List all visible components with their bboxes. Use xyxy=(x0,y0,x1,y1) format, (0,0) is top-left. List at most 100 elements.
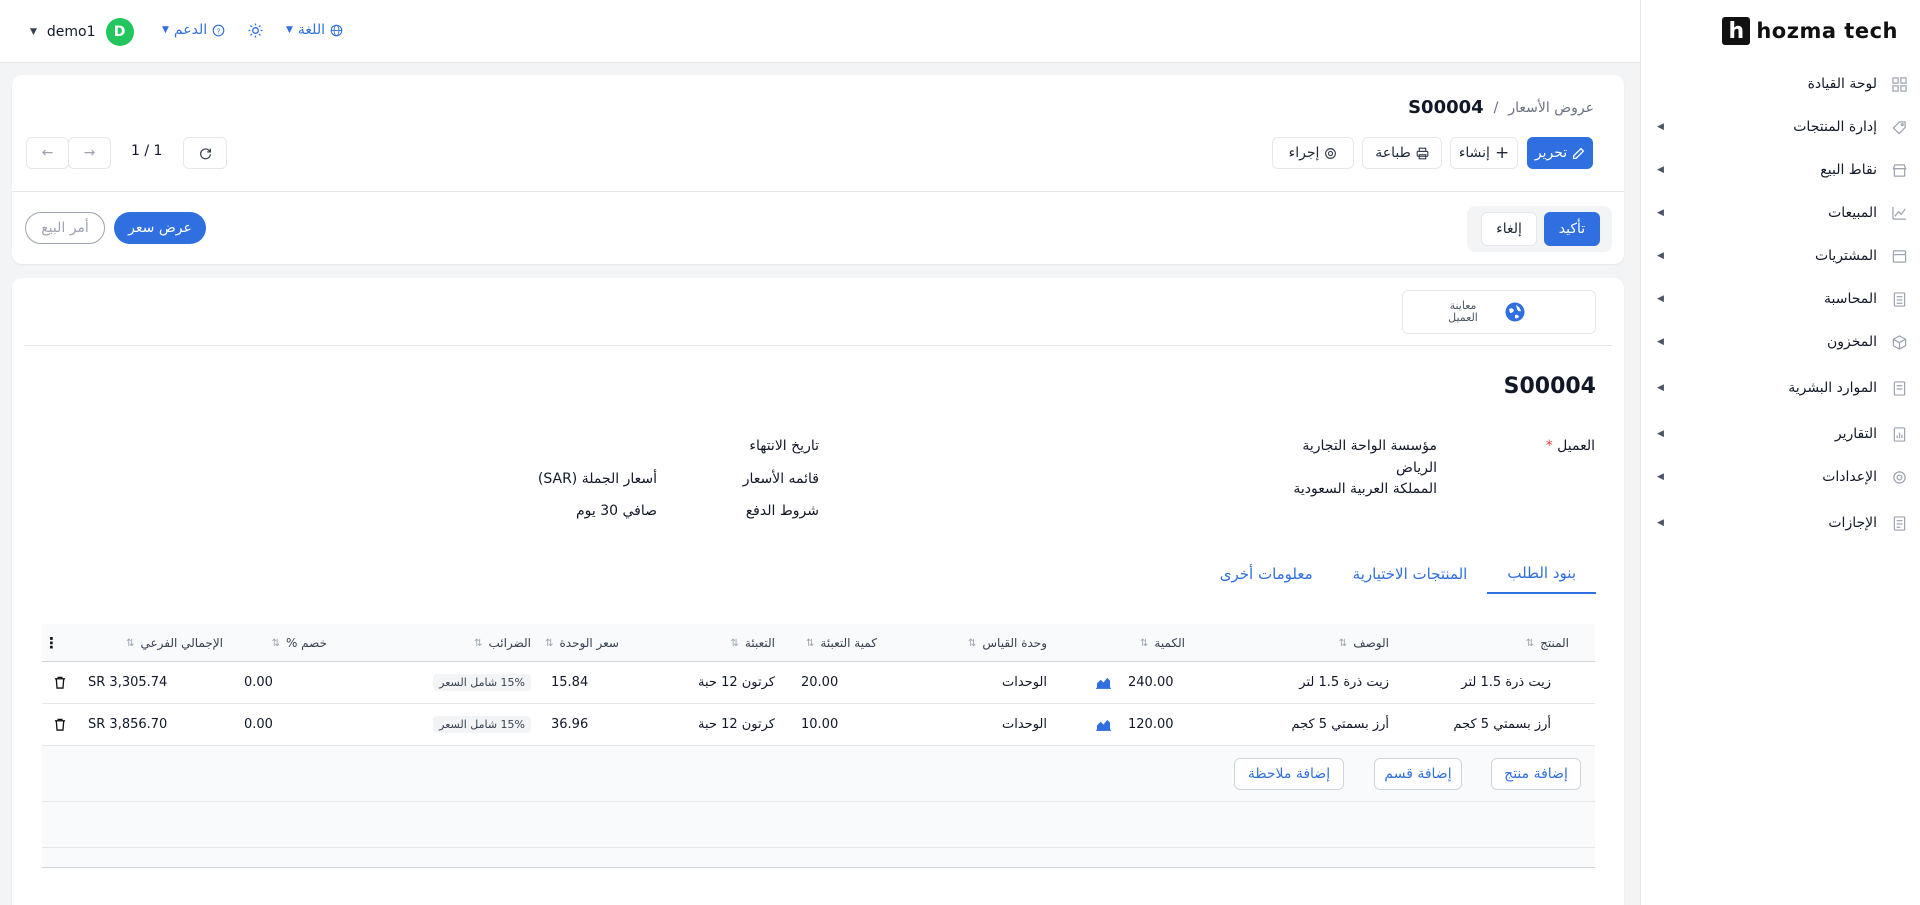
theme-toggle-icon[interactable] xyxy=(248,23,263,38)
create-button[interactable]: + إنشاء xyxy=(1450,137,1518,169)
print-button[interactable]: طباعة xyxy=(1362,137,1442,169)
cell-quantity: 120.00 xyxy=(1128,717,1174,732)
column-description[interactable]: الوصف ⇅ xyxy=(1339,636,1389,650)
sort-icon: ⇅ xyxy=(474,637,483,649)
forecast-chart-icon[interactable] xyxy=(1096,718,1111,731)
expiry-date-label: تاريخ الانتهاء xyxy=(749,438,819,454)
cell-subtotal: SR 3,856.70 xyxy=(88,717,168,732)
cell-product[interactable]: زيت ذرة 1.5 لتر xyxy=(1461,675,1551,690)
people-icon xyxy=(1890,379,1908,397)
column-packaging-qty[interactable]: كمية التعبئة ⇅ xyxy=(806,636,877,650)
box-icon xyxy=(1890,333,1908,351)
form-tabs: بنود الطلب المنتجات الاختيارية معلومات أ… xyxy=(1200,554,1596,594)
cell-packaging-qty: 10.00 xyxy=(801,717,839,732)
tax-badge: 15% شامل السعر xyxy=(433,674,531,691)
column-packaging[interactable]: التعبئة ⇅ xyxy=(731,636,775,650)
column-quantity[interactable]: الكمية ⇅ xyxy=(1140,636,1185,650)
trash-icon[interactable] xyxy=(54,718,66,731)
sidebar-item-settings[interactable]: الإعدادات ◀ xyxy=(1640,459,1920,495)
column-uom[interactable]: وحدة القياس ⇅ xyxy=(968,636,1047,650)
sidebar-item-inventory[interactable]: المخزون ◀ xyxy=(1640,324,1920,360)
sidebar: h hozma tech لوحة القيادة إدارة المنتجات… xyxy=(1640,0,1920,905)
forecast-chart-icon[interactable] xyxy=(1096,676,1111,689)
action-button[interactable]: إجراء xyxy=(1272,137,1354,169)
user-menu[interactable]: ▼ demo1 D xyxy=(30,18,134,46)
sidebar-item-accounting[interactable]: المحاسبة ◀ xyxy=(1640,281,1920,317)
customer-preview-button[interactable]: معاينة العميل xyxy=(1402,290,1596,334)
column-unit-price[interactable]: سعر الوحدة ⇅ xyxy=(545,636,619,650)
tab-optional-products[interactable]: المنتجات الاختيارية xyxy=(1333,554,1488,594)
support-menu[interactable]: ▼ الدعم ? xyxy=(162,22,225,38)
gear-icon xyxy=(1890,468,1908,486)
header-label: سعر الوحدة xyxy=(559,636,619,650)
sidebar-item-pos[interactable]: نقاط البيع ◀ xyxy=(1640,152,1920,188)
table-row[interactable]: أرز بسمتي 5 كجم أرز بسمتي 5 كجم 120.00 ا… xyxy=(42,704,1595,746)
add-note-button[interactable]: إضافة ملاحظة xyxy=(1234,758,1344,790)
payment-terms-value[interactable]: صافي 30 يوم xyxy=(576,503,657,519)
column-subtotal[interactable]: الإجمالي الفرعي ⇅ xyxy=(126,636,223,650)
cell-unit-price: 36.96 xyxy=(551,717,589,732)
sidebar-item-sales[interactable]: المبيعات ◀ xyxy=(1640,195,1920,231)
table-row[interactable]: زيت ذرة 1.5 لتر زيت ذرة 1.5 لتر 240.00 ا… xyxy=(42,662,1595,704)
brand-mark: h xyxy=(1722,17,1751,45)
create-label: إنشاء xyxy=(1458,145,1490,161)
column-product[interactable]: المنتج ⇅ xyxy=(1526,636,1569,650)
sidebar-item-products[interactable]: إدارة المنتجات ◀ xyxy=(1640,109,1920,145)
print-label: طباعة xyxy=(1375,145,1411,161)
sidebar-item-reports[interactable]: التقارير ◀ xyxy=(1640,416,1920,452)
column-taxes[interactable]: الضرائب ⇅ xyxy=(474,636,531,650)
column-options-icon[interactable]: ⋮ xyxy=(44,634,59,652)
sidebar-item-purchases[interactable]: المشتريات ◀ xyxy=(1640,238,1920,274)
pricelist-value[interactable]: أسعار الجملة (SAR) xyxy=(538,471,657,487)
language-menu[interactable]: ▼ اللغة xyxy=(286,22,343,38)
cell-description: زيت ذرة 1.5 لتر xyxy=(1299,675,1389,690)
sort-icon: ⇅ xyxy=(1140,637,1149,649)
chart-line-icon xyxy=(1890,204,1908,222)
sort-icon: ⇅ xyxy=(271,637,280,649)
svg-text:?: ? xyxy=(217,26,221,35)
report-icon xyxy=(1890,425,1908,443)
sidebar-item-hr[interactable]: الموارد البشرية ◀ xyxy=(1640,370,1920,406)
confirm-button[interactable]: تأكيد xyxy=(1544,212,1600,246)
breadcrumb-parent[interactable]: عروض الأسعار xyxy=(1508,100,1594,116)
next-record-button[interactable]: → xyxy=(68,137,111,169)
table-header: المنتج ⇅ الوصف ⇅ الكمية ⇅ وحدة القياس ⇅ كمية… xyxy=(42,624,1595,662)
customer-city: الرياض xyxy=(1396,460,1437,476)
order-lines-table: المنتج ⇅ الوصف ⇅ الكمية ⇅ وحدة القياس ⇅ كمية… xyxy=(42,624,1595,868)
customer-label-text: العميل xyxy=(1557,438,1595,454)
brand-logo[interactable]: h hozma tech xyxy=(1722,17,1898,45)
caret-left-icon: ◀ xyxy=(1657,383,1664,393)
header-label: الكمية xyxy=(1154,636,1185,650)
sort-icon: ⇅ xyxy=(806,637,815,649)
edit-button[interactable]: تحرير xyxy=(1527,137,1593,169)
add-section-button[interactable]: إضافة قسم xyxy=(1374,758,1462,790)
caret-left-icon: ◀ xyxy=(1657,429,1664,439)
customer-name[interactable]: مؤسسة الواحة التجارية xyxy=(1302,438,1437,454)
sidebar-item-dashboard[interactable]: لوحة القيادة xyxy=(1640,66,1920,102)
column-discount[interactable]: خصم % ⇅ xyxy=(272,636,327,650)
topbar: ▼ demo1 D ▼ الدعم ? ▼ اللغة xyxy=(0,0,1640,63)
refresh-button[interactable] xyxy=(183,137,227,169)
prev-record-button[interactable]: ← xyxy=(26,137,69,169)
add-product-button[interactable]: إضافة منتج xyxy=(1491,758,1581,790)
breadcrumb-separator: / xyxy=(1493,99,1499,116)
caret-left-icon: ◀ xyxy=(1657,165,1664,175)
calendar-icon xyxy=(1890,514,1908,532)
cart-icon xyxy=(1890,247,1908,265)
stage-quotation[interactable]: عرض سعر xyxy=(114,212,206,244)
tab-order-lines[interactable]: بنود الطلب xyxy=(1487,554,1596,594)
chevron-down-icon: ▼ xyxy=(30,27,37,37)
cancel-button[interactable]: إلغاء xyxy=(1481,212,1537,246)
sidebar-item-label: نقاط البيع xyxy=(1820,162,1877,178)
trash-icon[interactable] xyxy=(54,676,66,689)
cell-product[interactable]: أرز بسمتي 5 كجم xyxy=(1453,717,1551,732)
sidebar-item-leaves[interactable]: الإجازات ◀ xyxy=(1640,505,1920,541)
stage-sales-order[interactable]: أمر البيع xyxy=(25,212,105,244)
plus-icon: + xyxy=(1494,142,1510,163)
header-label: خصم % xyxy=(285,636,327,650)
cell-packaging: كرتون 12 حبة xyxy=(698,717,775,732)
sort-icon: ⇅ xyxy=(968,637,977,649)
tab-other-info[interactable]: معلومات أخرى xyxy=(1200,554,1333,594)
header-label: الضرائب xyxy=(488,636,531,650)
form-panel: معاينة العميل S00004 العميل * مؤسسة الوا… xyxy=(12,278,1624,905)
